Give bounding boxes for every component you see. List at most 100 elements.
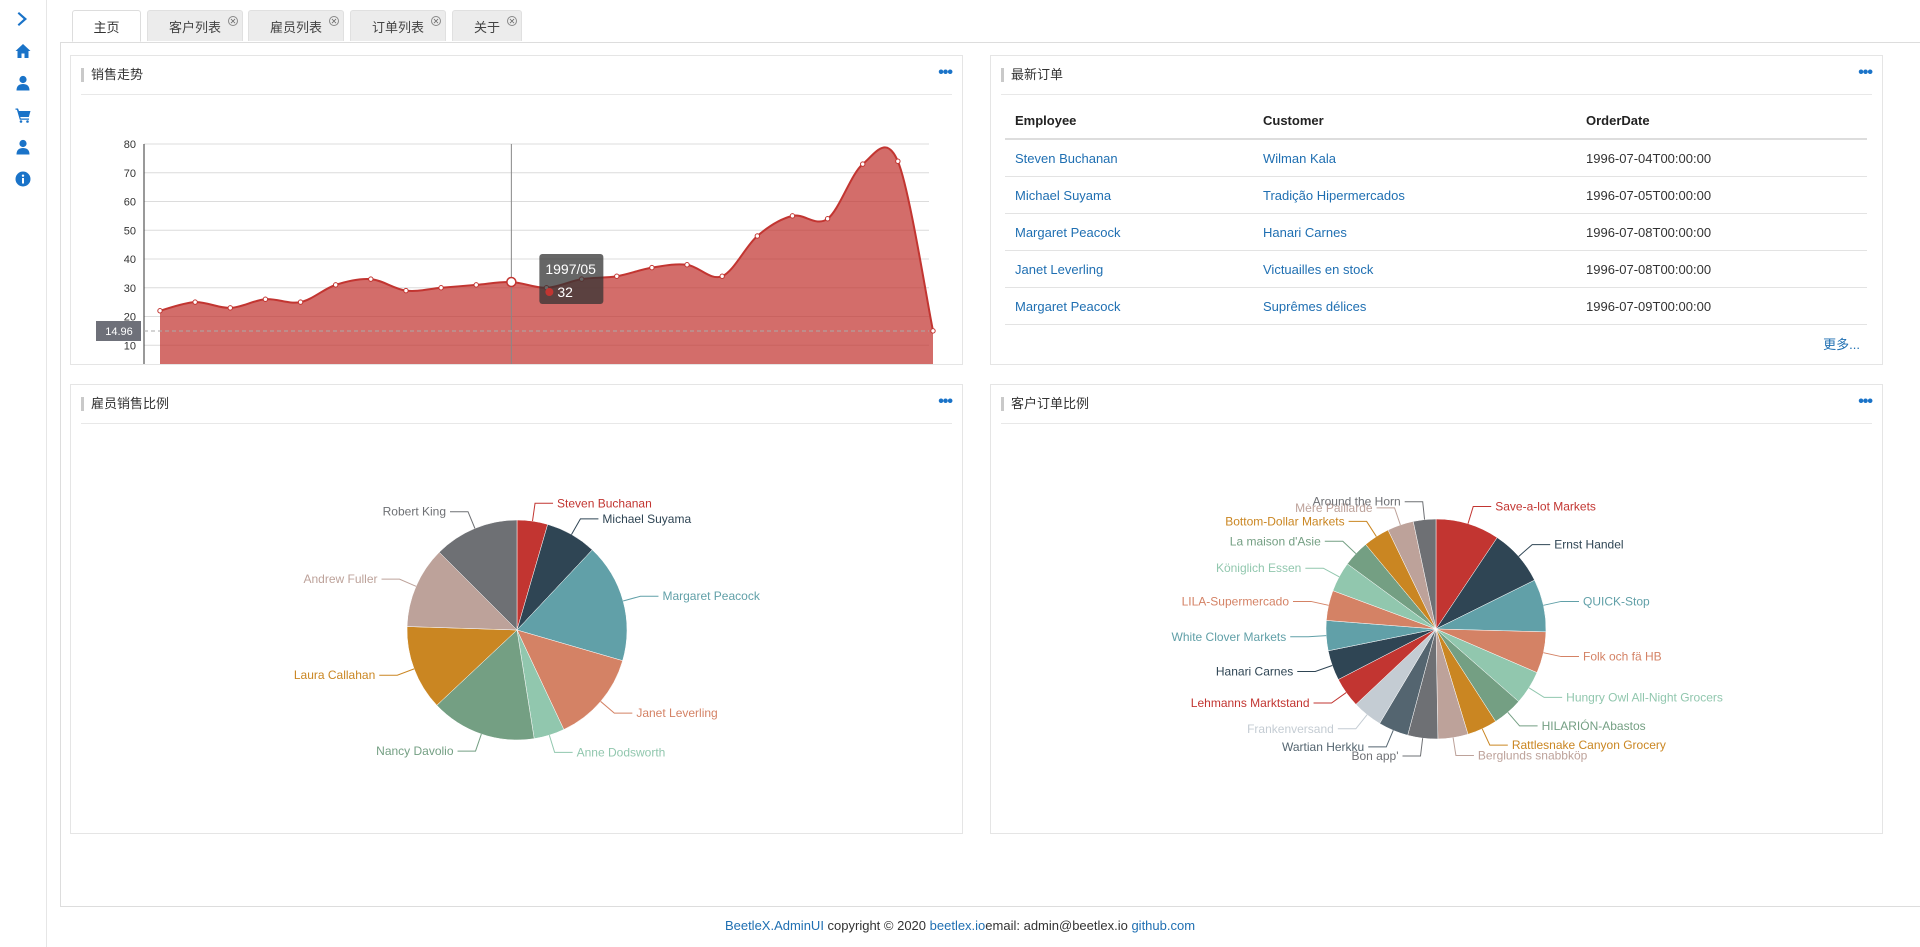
tab-home[interactable]: 主页 bbox=[72, 10, 141, 42]
slice-label: Hungry Owl All-Night Grocers bbox=[1566, 690, 1723, 704]
label-line bbox=[1293, 600, 1329, 606]
sidebar-rail bbox=[0, 0, 47, 947]
data-point bbox=[930, 328, 936, 334]
data-point bbox=[895, 158, 901, 164]
app-link[interactable]: BeetleX.AdminUI bbox=[725, 918, 824, 933]
slice-label: Steven Buchanan bbox=[557, 496, 652, 510]
employee-link[interactable]: Margaret Peacock bbox=[1015, 299, 1121, 314]
label-line bbox=[1528, 687, 1563, 698]
order-date: 1996-07-08T00:00:00 bbox=[1576, 250, 1867, 288]
tooltip-title: 1997/05 bbox=[545, 261, 596, 277]
y-tick-label: 60 bbox=[124, 197, 136, 209]
tooltip-swatch bbox=[545, 288, 554, 296]
site-link[interactable]: beetlex.io bbox=[930, 918, 986, 933]
label-line bbox=[1507, 711, 1538, 727]
label-line bbox=[1518, 544, 1551, 557]
slice-label: Lehmanns Marktstand bbox=[1191, 696, 1310, 710]
label-line bbox=[1348, 520, 1377, 537]
slice-label: Wartian Herkku bbox=[1282, 740, 1364, 754]
cart-icon[interactable] bbox=[0, 99, 46, 131]
slice-label: Frankenversand bbox=[1247, 722, 1334, 736]
data-point bbox=[719, 273, 725, 279]
more-orders-link[interactable]: 更多... bbox=[1823, 334, 1860, 353]
employee-link[interactable]: Steven Buchanan bbox=[1015, 151, 1118, 166]
user-icon[interactable] bbox=[0, 67, 46, 99]
data-point bbox=[192, 299, 198, 305]
label-line bbox=[1376, 507, 1401, 526]
customer-link[interactable]: Victuailles en stock bbox=[1263, 262, 1373, 277]
tab-label: 客户列表 bbox=[168, 19, 221, 35]
slice-label: Save-a-lot Markets bbox=[1495, 500, 1596, 514]
close-icon[interactable]: ✕ bbox=[431, 16, 441, 26]
slice-label: Margaret Peacock bbox=[662, 589, 760, 603]
customer-link[interactable]: Tradição Hipermercados bbox=[1263, 188, 1405, 203]
panel-header: 销售走势 ••• bbox=[81, 56, 953, 95]
table-row: Michael Suyama Tradição Hipermercados 19… bbox=[1005, 176, 1867, 214]
data-point bbox=[227, 305, 233, 311]
info-icon[interactable] bbox=[0, 163, 46, 195]
slice-label: Anne Dodsworth bbox=[577, 745, 666, 759]
employee-pie-chart[interactable]: Steven Buchanan Michael Suyama Margaret Pe… bbox=[71, 385, 962, 833]
tab-customers[interactable]: 客户列表 ✕ bbox=[147, 10, 243, 41]
slice-label: Hanari Carnes bbox=[1216, 665, 1293, 679]
close-icon[interactable]: ✕ bbox=[507, 16, 517, 26]
sales-area-chart[interactable]: 010203040506070801996/071996/091996/1119… bbox=[71, 94, 962, 364]
label-line bbox=[622, 595, 659, 602]
customer-link[interactable]: Suprêmes délices bbox=[1263, 299, 1366, 314]
table-row: Margaret Peacock Hanari Carnes 1996-07-0… bbox=[1005, 213, 1867, 251]
panel-header: 最新订单 ••• bbox=[1001, 56, 1873, 95]
customer-pie-chart[interactable]: Save-a-lot Markets Ernst Handel QUICK-Stop… bbox=[991, 385, 1882, 833]
data-point bbox=[614, 273, 620, 279]
customer-link[interactable]: Hanari Carnes bbox=[1263, 225, 1347, 240]
expand-chevron-icon[interactable] bbox=[0, 3, 46, 35]
tab-employees[interactable]: 雇员列表 ✕ bbox=[248, 10, 344, 41]
tab-label: 关于 bbox=[473, 19, 500, 35]
slice-label: HILARIÓN-Abastos bbox=[1542, 718, 1646, 733]
data-point bbox=[332, 282, 339, 288]
label-line bbox=[1313, 692, 1347, 704]
y-axis-pointer: 14.96 bbox=[96, 320, 141, 341]
employee-link[interactable]: Margaret Peacock bbox=[1015, 225, 1121, 240]
label-line bbox=[532, 502, 554, 522]
tooltip: 1997/05 32 bbox=[539, 254, 604, 304]
label-line bbox=[1467, 506, 1492, 524]
close-icon[interactable]: ✕ bbox=[329, 16, 339, 26]
github-link[interactable]: github.com bbox=[1131, 918, 1195, 933]
data-point bbox=[157, 308, 163, 314]
data-point bbox=[649, 264, 655, 271]
home-icon[interactable] bbox=[0, 35, 46, 67]
label-line bbox=[1543, 600, 1579, 606]
slice-label: Janet Leverling bbox=[636, 706, 717, 720]
employee-link[interactable]: Michael Suyama bbox=[1015, 188, 1111, 203]
column-header: Customer bbox=[1253, 102, 1576, 140]
label-line bbox=[1324, 540, 1357, 554]
email-text: email: admin@beetlex.io bbox=[985, 918, 1132, 933]
more-options-icon[interactable]: ••• bbox=[938, 65, 953, 81]
employee-icon[interactable] bbox=[0, 131, 46, 163]
close-icon[interactable]: ✕ bbox=[228, 16, 238, 26]
data-point bbox=[754, 233, 761, 239]
y-tick-label: 30 bbox=[124, 283, 136, 295]
slice-label: Laura Callahan bbox=[294, 668, 375, 682]
customer-share-panel: 客户订单比例 ••• Save-a-lot Markets Ernst Hande… bbox=[990, 384, 1883, 834]
employee-link[interactable]: Janet Leverling bbox=[1015, 262, 1103, 277]
highlight-point bbox=[506, 276, 517, 288]
latest-orders-panel: 最新订单 ••• Employee Customer OrderDate Ste… bbox=[990, 55, 1883, 365]
tab-orders[interactable]: 订单列表 ✕ bbox=[350, 10, 446, 41]
label-line bbox=[457, 733, 482, 752]
orders-table: Employee Customer OrderDate Steven Bucha… bbox=[1005, 102, 1867, 325]
data-point bbox=[262, 296, 269, 302]
label-line bbox=[1305, 567, 1340, 578]
more-options-icon[interactable]: ••• bbox=[1858, 65, 1873, 81]
customer-link[interactable]: Wilman Kala bbox=[1263, 151, 1336, 166]
label-line bbox=[379, 668, 415, 676]
tab-about[interactable]: 关于 ✕ bbox=[452, 10, 522, 41]
data-point bbox=[860, 161, 866, 167]
footer: BeetleX.AdminUI copyright © 2020 beetlex… bbox=[0, 918, 1920, 933]
tab-label: 订单列表 bbox=[371, 19, 424, 35]
sales-trend-panel: 销售走势 ••• 010203040506070801996/071996/09… bbox=[70, 55, 963, 365]
slice-label: La maison d'Asie bbox=[1230, 534, 1321, 548]
slice-label: Folk och fä HB bbox=[1583, 650, 1662, 664]
column-header: OrderDate bbox=[1576, 102, 1867, 140]
table-header-row: Employee Customer OrderDate bbox=[1005, 102, 1867, 140]
